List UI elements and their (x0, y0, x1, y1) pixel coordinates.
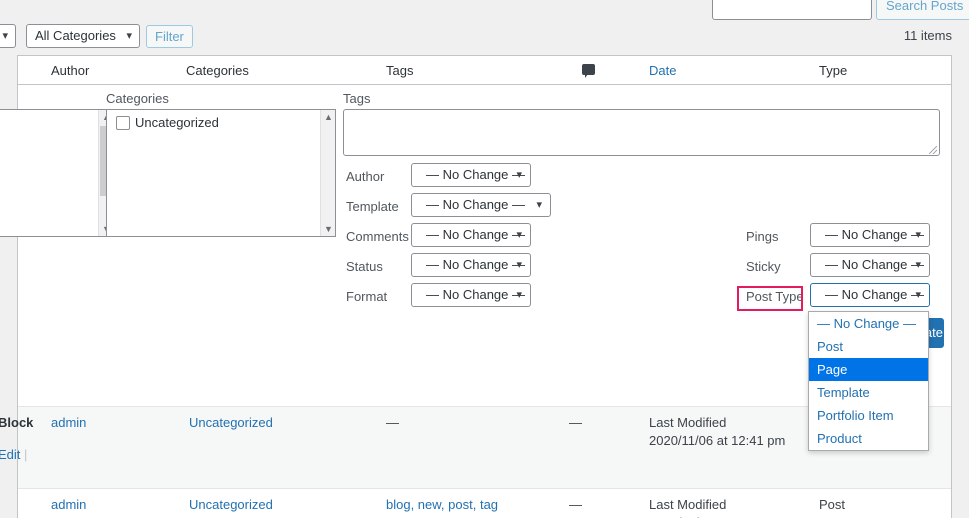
pings-select-value: — No Change — (825, 227, 924, 242)
comments-label: Comments (346, 229, 409, 244)
row-author[interactable]: admin (51, 497, 86, 512)
checkbox-icon[interactable] (116, 116, 130, 130)
dropdown-option-portfolio-item[interactable]: Portfolio Item (809, 404, 928, 427)
post-type-select[interactable]: — No Change — ▾ (810, 283, 930, 307)
sticky-label: Sticky (746, 259, 781, 274)
chevron-down-icon: ▾ (516, 164, 522, 186)
bulk-action-select[interactable]: ▾ (0, 24, 16, 48)
status-select[interactable]: — No Change — ▾ (411, 253, 531, 277)
category-checkbox-item[interactable]: Uncategorized (116, 115, 219, 130)
row-action-separator: | (24, 447, 27, 462)
format-select-value: — No Change — (426, 287, 525, 302)
categories-label: Categories (106, 91, 169, 106)
chevron-down-icon: ▾ (536, 194, 542, 216)
category-filter-value: All Categories (35, 28, 116, 43)
column-header-categories[interactable]: Categories (186, 63, 249, 78)
row-tags[interactable]: blog, new, post, tag (386, 497, 498, 512)
post-type-select-value: — No Change — (825, 287, 924, 302)
row-action-edit[interactable]: Edit (0, 447, 20, 462)
comment-bubble-icon[interactable] (582, 64, 595, 75)
dropdown-option-no-change[interactable]: — No Change — (809, 312, 928, 335)
column-header-author[interactable]: Author (51, 63, 89, 78)
status-label: Status (346, 259, 383, 274)
scroll-down-icon[interactable]: ▼ (321, 222, 336, 236)
column-header-date[interactable]: Date (649, 63, 676, 78)
row-date-label: Last Modified (649, 497, 726, 512)
row-author[interactable]: admin (51, 415, 86, 430)
chevron-down-icon: ▾ (915, 224, 921, 246)
bulk-edit-title-list[interactable]: ▲ ▼ (0, 109, 114, 237)
post-type-highlight-annotation (737, 286, 803, 311)
tags-textarea[interactable] (343, 109, 940, 156)
chevron-down-icon: ▾ (126, 25, 132, 47)
items-count: 11 items (904, 28, 952, 43)
column-header-tags[interactable]: Tags (386, 63, 413, 78)
row-categories[interactable]: Uncategorized (189, 415, 273, 430)
dropdown-option-product[interactable]: Product (809, 427, 928, 450)
filter-button[interactable]: Filter (146, 25, 193, 48)
search-input[interactable] (712, 0, 872, 20)
chevron-down-icon: ▾ (516, 224, 522, 246)
row-actions: Edit | (0, 447, 27, 462)
row-tags: — (386, 415, 399, 430)
template-select[interactable]: — No Change — ▾ (411, 193, 551, 217)
search-posts-button[interactable]: Search Posts (876, 0, 969, 20)
comments-select-value: — No Change — (426, 227, 525, 242)
dropdown-option-page[interactable]: Page (809, 358, 928, 381)
sticky-select[interactable]: — No Change — ▾ (810, 253, 930, 277)
resize-handle-icon[interactable] (929, 146, 937, 154)
post-type-dropdown-list[interactable]: — No Change — Post Page Template Portfol… (808, 311, 929, 451)
row-title[interactable]: Block (0, 415, 33, 430)
status-select-value: — No Change — (426, 257, 525, 272)
row-comments: — (569, 497, 582, 512)
chevron-down-icon: ▾ (2, 25, 8, 47)
categories-scrollbar[interactable]: ▲ ▼ (320, 110, 335, 236)
chevron-down-icon: ▾ (516, 254, 522, 276)
author-select-value: — No Change — (426, 167, 525, 182)
row-date-value: 2020/11/06 at 12:41 pm (649, 433, 785, 448)
tags-label: Tags (343, 91, 370, 106)
wordpress-posts-screen: ▾ All Categories ▾ Filter Search Posts 1… (0, 0, 969, 518)
chevron-down-icon: ▾ (915, 254, 921, 276)
row-comments: — (569, 415, 582, 430)
dropdown-option-template[interactable]: Template (809, 381, 928, 404)
author-select[interactable]: — No Change — ▾ (411, 163, 531, 187)
table-header-row: Author Categories Tags Date Type (18, 56, 951, 85)
row-categories[interactable]: Uncategorized (189, 497, 273, 512)
dropdown-option-post[interactable]: Post (809, 335, 928, 358)
row-date-label: Last Modified (649, 415, 726, 430)
row-type: Post (819, 497, 845, 512)
pings-label: Pings (746, 229, 779, 244)
template-label: Template (346, 199, 399, 214)
chevron-down-icon: ▾ (915, 284, 921, 306)
template-select-value: — No Change — (426, 197, 525, 212)
format-label: Format (346, 289, 387, 304)
column-header-type[interactable]: Type (819, 63, 847, 78)
category-item-label: Uncategorized (135, 115, 219, 130)
author-label: Author (346, 169, 384, 184)
chevron-down-icon: ▾ (516, 284, 522, 306)
format-select[interactable]: — No Change — ▾ (411, 283, 531, 307)
comments-select[interactable]: — No Change — ▾ (411, 223, 531, 247)
categories-checklist[interactable]: Uncategorized ▲ ▼ (106, 109, 336, 237)
table-row: wn admin Uncategorized blog, new, post, … (18, 488, 951, 518)
sticky-select-value: — No Change — (825, 257, 924, 272)
category-filter-select[interactable]: All Categories ▾ (26, 24, 140, 48)
pings-select[interactable]: — No Change — ▾ (810, 223, 930, 247)
scroll-up-icon[interactable]: ▲ (321, 110, 336, 124)
